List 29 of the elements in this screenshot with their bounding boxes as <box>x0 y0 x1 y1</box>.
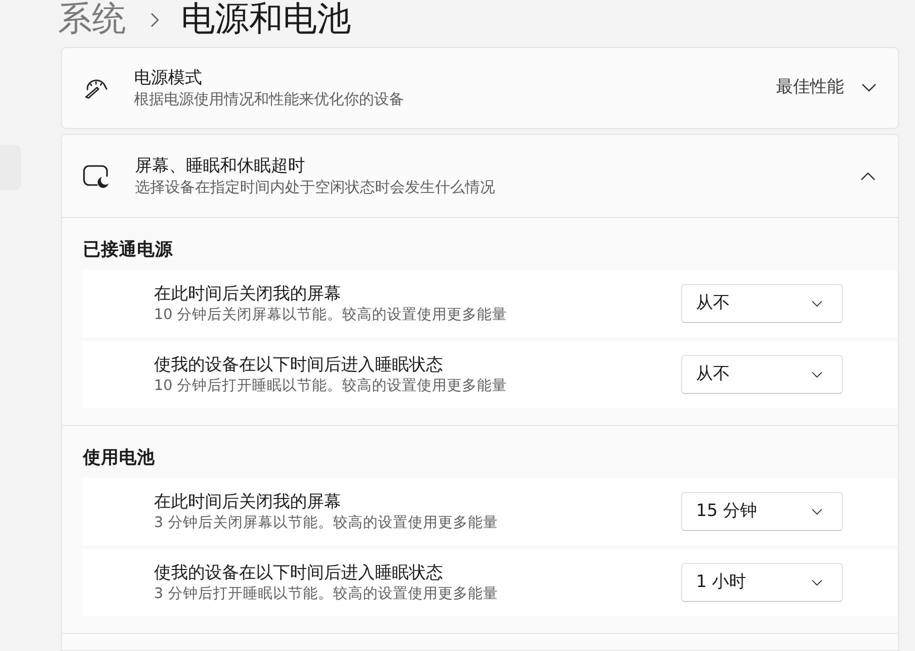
time-dropdown[interactable]: 15 分钟 <box>681 492 843 531</box>
setting-description: 10 分钟后关闭屏幕以节能。较高的设置使用更多能量 <box>154 306 508 324</box>
chevron-down-icon <box>812 372 822 378</box>
page-title: 电源和电池 <box>181 0 351 38</box>
section-heading: 已接通电源 <box>83 240 173 260</box>
time-dropdown[interactable]: 从不 <box>681 284 843 323</box>
setting-title: 使我的设备在以下时间后进入睡眠状态 <box>154 354 444 376</box>
card-description: 选择设备在指定时间内处于空闲状态时会发生什么情况 <box>135 177 496 197</box>
chevron-down-icon <box>812 508 822 514</box>
card-description: 根据电源使用情况和性能来优化你的设备 <box>134 89 405 109</box>
setting-description: 3 分钟后关闭屏幕以节能。较高的设置使用更多能量 <box>154 514 499 532</box>
chevron-down-icon <box>812 580 822 586</box>
chevron-right-icon <box>151 13 159 27</box>
section-heading: 使用电池 <box>83 448 155 468</box>
setting-description: 3 分钟后打开睡眠以节能。较高的设置使用更多能量 <box>154 584 499 604</box>
time-dropdown[interactable]: 从不 <box>681 355 843 394</box>
chevron-down-icon <box>812 300 822 306</box>
power-mode-dropdown[interactable]: 最佳性能 <box>776 75 876 101</box>
screen-moon-icon <box>83 164 109 188</box>
setting-title: 在此时间后关闭我的屏幕 <box>154 282 342 304</box>
card-title: 屏幕、睡眠和休眠超时 <box>135 155 306 177</box>
setting-title: 在此时间后关闭我的屏幕 <box>154 490 342 512</box>
card-title: 电源模式 <box>134 67 203 89</box>
time-dropdown[interactable]: 1 小时 <box>681 563 843 602</box>
chevron-up-icon[interactable] <box>861 172 875 180</box>
setting-description: 10 分钟后打开睡眠以节能。较高的设置使用更多能量 <box>154 376 508 396</box>
gauge-icon <box>84 77 108 99</box>
breadcrumb-link[interactable]: 系统 <box>58 0 126 38</box>
setting-title: 使我的设备在以下时间后进入睡眠状态 <box>154 562 444 584</box>
